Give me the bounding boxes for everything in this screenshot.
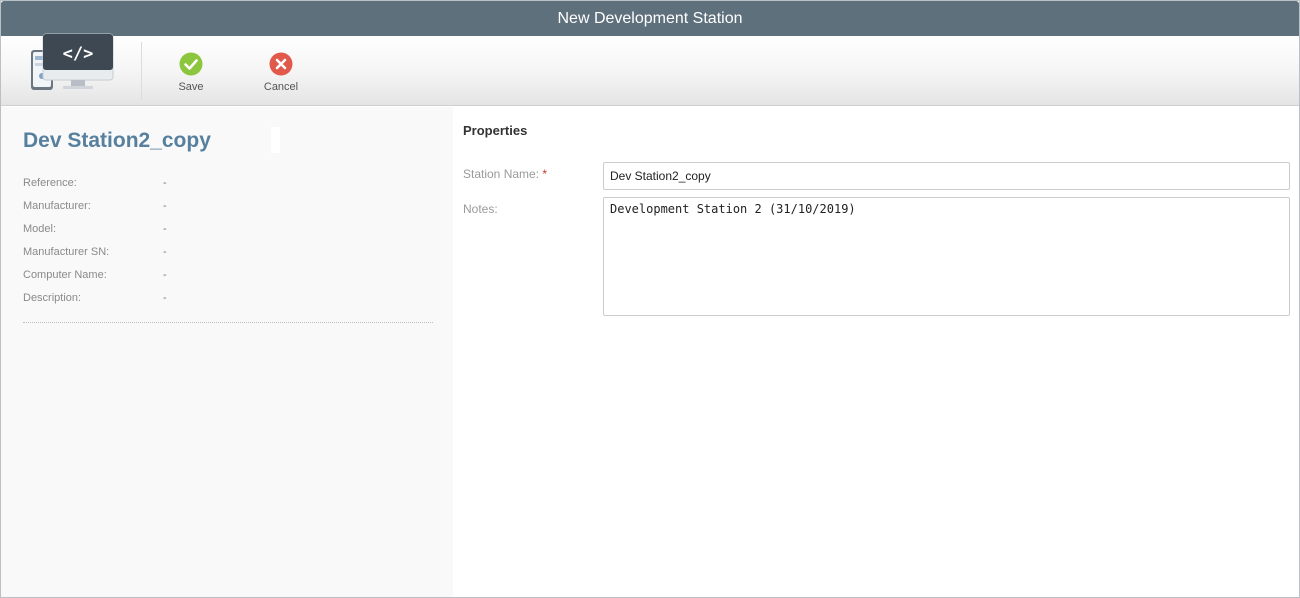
toolbar: </> Save Cancel: [1, 33, 1299, 106]
save-label: Save: [178, 81, 204, 93]
notes-field[interactable]: Development Station 2 (31/10/2019): [603, 197, 1290, 316]
title-bar: New Development Station: [1, 1, 1299, 36]
dev-station-monitor-code-icon: </>: [27, 26, 115, 92]
station-name-label: Station Name: *: [463, 167, 547, 181]
info-label: Manufacturer SN:: [23, 246, 110, 258]
window-title: New Development Station: [557, 9, 743, 27]
required-marker: *: [542, 167, 548, 181]
info-value: -: [163, 246, 167, 258]
info-label: Description:: [23, 292, 82, 304]
dialog-window: New Development Station </> Save Cancel …: [0, 0, 1300, 598]
title-edit-marker: [271, 127, 280, 153]
station-name-field[interactable]: [603, 162, 1290, 190]
toolbar-separator: [141, 42, 142, 100]
info-row-description: Description: -: [23, 292, 443, 308]
info-label: Model:: [23, 223, 57, 235]
check-circle-icon: [179, 52, 203, 76]
summary-panel: Dev Station2_copy Reference: - Manufactu…: [1, 107, 453, 597]
info-value: -: [163, 177, 167, 189]
x-circle-icon: [269, 52, 293, 76]
save-button[interactable]: Save: [161, 52, 221, 96]
info-row-manufacturer: Manufacturer: -: [23, 200, 443, 216]
info-row-manufacturer-sn: Manufacturer SN: -: [23, 246, 443, 262]
info-value: -: [163, 200, 167, 212]
info-value: -: [163, 292, 167, 304]
info-value: -: [163, 269, 167, 281]
info-value: -: [163, 223, 167, 235]
svg-text:</>: </>: [63, 44, 94, 64]
notes-label: Notes:: [463, 202, 498, 216]
info-divider: [23, 322, 433, 323]
info-label: Reference:: [23, 177, 77, 189]
station-title: Dev Station2_copy: [23, 129, 211, 152]
info-row-computer-name: Computer Name: -: [23, 269, 443, 285]
info-label: Computer Name:: [23, 269, 107, 281]
station-name-label-text: Station Name:: [463, 167, 540, 181]
properties-heading: Properties: [463, 123, 528, 138]
info-label: Manufacturer:: [23, 200, 91, 212]
cancel-button[interactable]: Cancel: [251, 52, 311, 96]
properties-panel: Properties Station Name: * Notes: Develo…: [453, 107, 1299, 597]
cancel-label: Cancel: [263, 81, 299, 93]
info-row-reference: Reference: -: [23, 177, 443, 193]
info-row-model: Model: -: [23, 223, 443, 239]
